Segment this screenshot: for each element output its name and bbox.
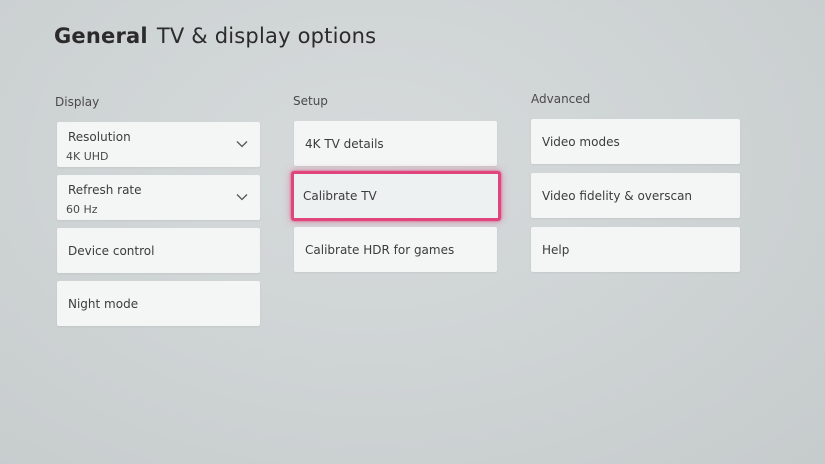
resolution-dropdown[interactable]: Resolution 4K UHD [57, 122, 260, 167]
calibrate-hdr-label: Calibrate HDR for games [305, 242, 455, 257]
help-button[interactable]: Help [531, 227, 740, 272]
chevron-down-icon [236, 193, 248, 200]
refresh-rate-dropdown[interactable]: Refresh rate 60 Hz [57, 175, 260, 220]
calibrate-tv-label: Calibrate TV [303, 189, 377, 203]
advanced-column-heading: Advanced [531, 92, 591, 106]
video-modes-button[interactable]: Video modes [531, 119, 740, 164]
display-column-heading: Display [55, 95, 100, 109]
video-fidelity-button[interactable]: Video fidelity & overscan [531, 173, 740, 218]
tv-details-button[interactable]: 4K TV details [294, 121, 497, 166]
night-mode-button[interactable]: Night mode [57, 281, 260, 326]
tv-details-label: 4K TV details [305, 136, 384, 151]
night-mode-label: Night mode [68, 296, 139, 311]
video-fidelity-label: Video fidelity & overscan [542, 188, 693, 203]
device-control-button[interactable]: Device control [57, 228, 260, 273]
page-title: TV & display options [156, 24, 377, 48]
setup-column-heading: Setup [293, 94, 328, 108]
chevron-down-icon [236, 140, 248, 147]
help-label: Help [542, 242, 570, 257]
resolution-label: Resolution [68, 130, 131, 144]
calibrate-tv-button[interactable]: Calibrate TV [291, 171, 501, 221]
breadcrumb: General [54, 24, 148, 48]
device-control-label: Device control [68, 243, 155, 258]
calibrate-hdr-button[interactable]: Calibrate HDR for games [294, 227, 497, 272]
resolution-value: 4K UHD [66, 150, 109, 163]
refresh-rate-value: 60 Hz [66, 203, 98, 216]
refresh-rate-label: Refresh rate [68, 183, 142, 197]
page-header: General TV & display options [54, 24, 376, 48]
video-modes-label: Video modes [542, 134, 620, 149]
